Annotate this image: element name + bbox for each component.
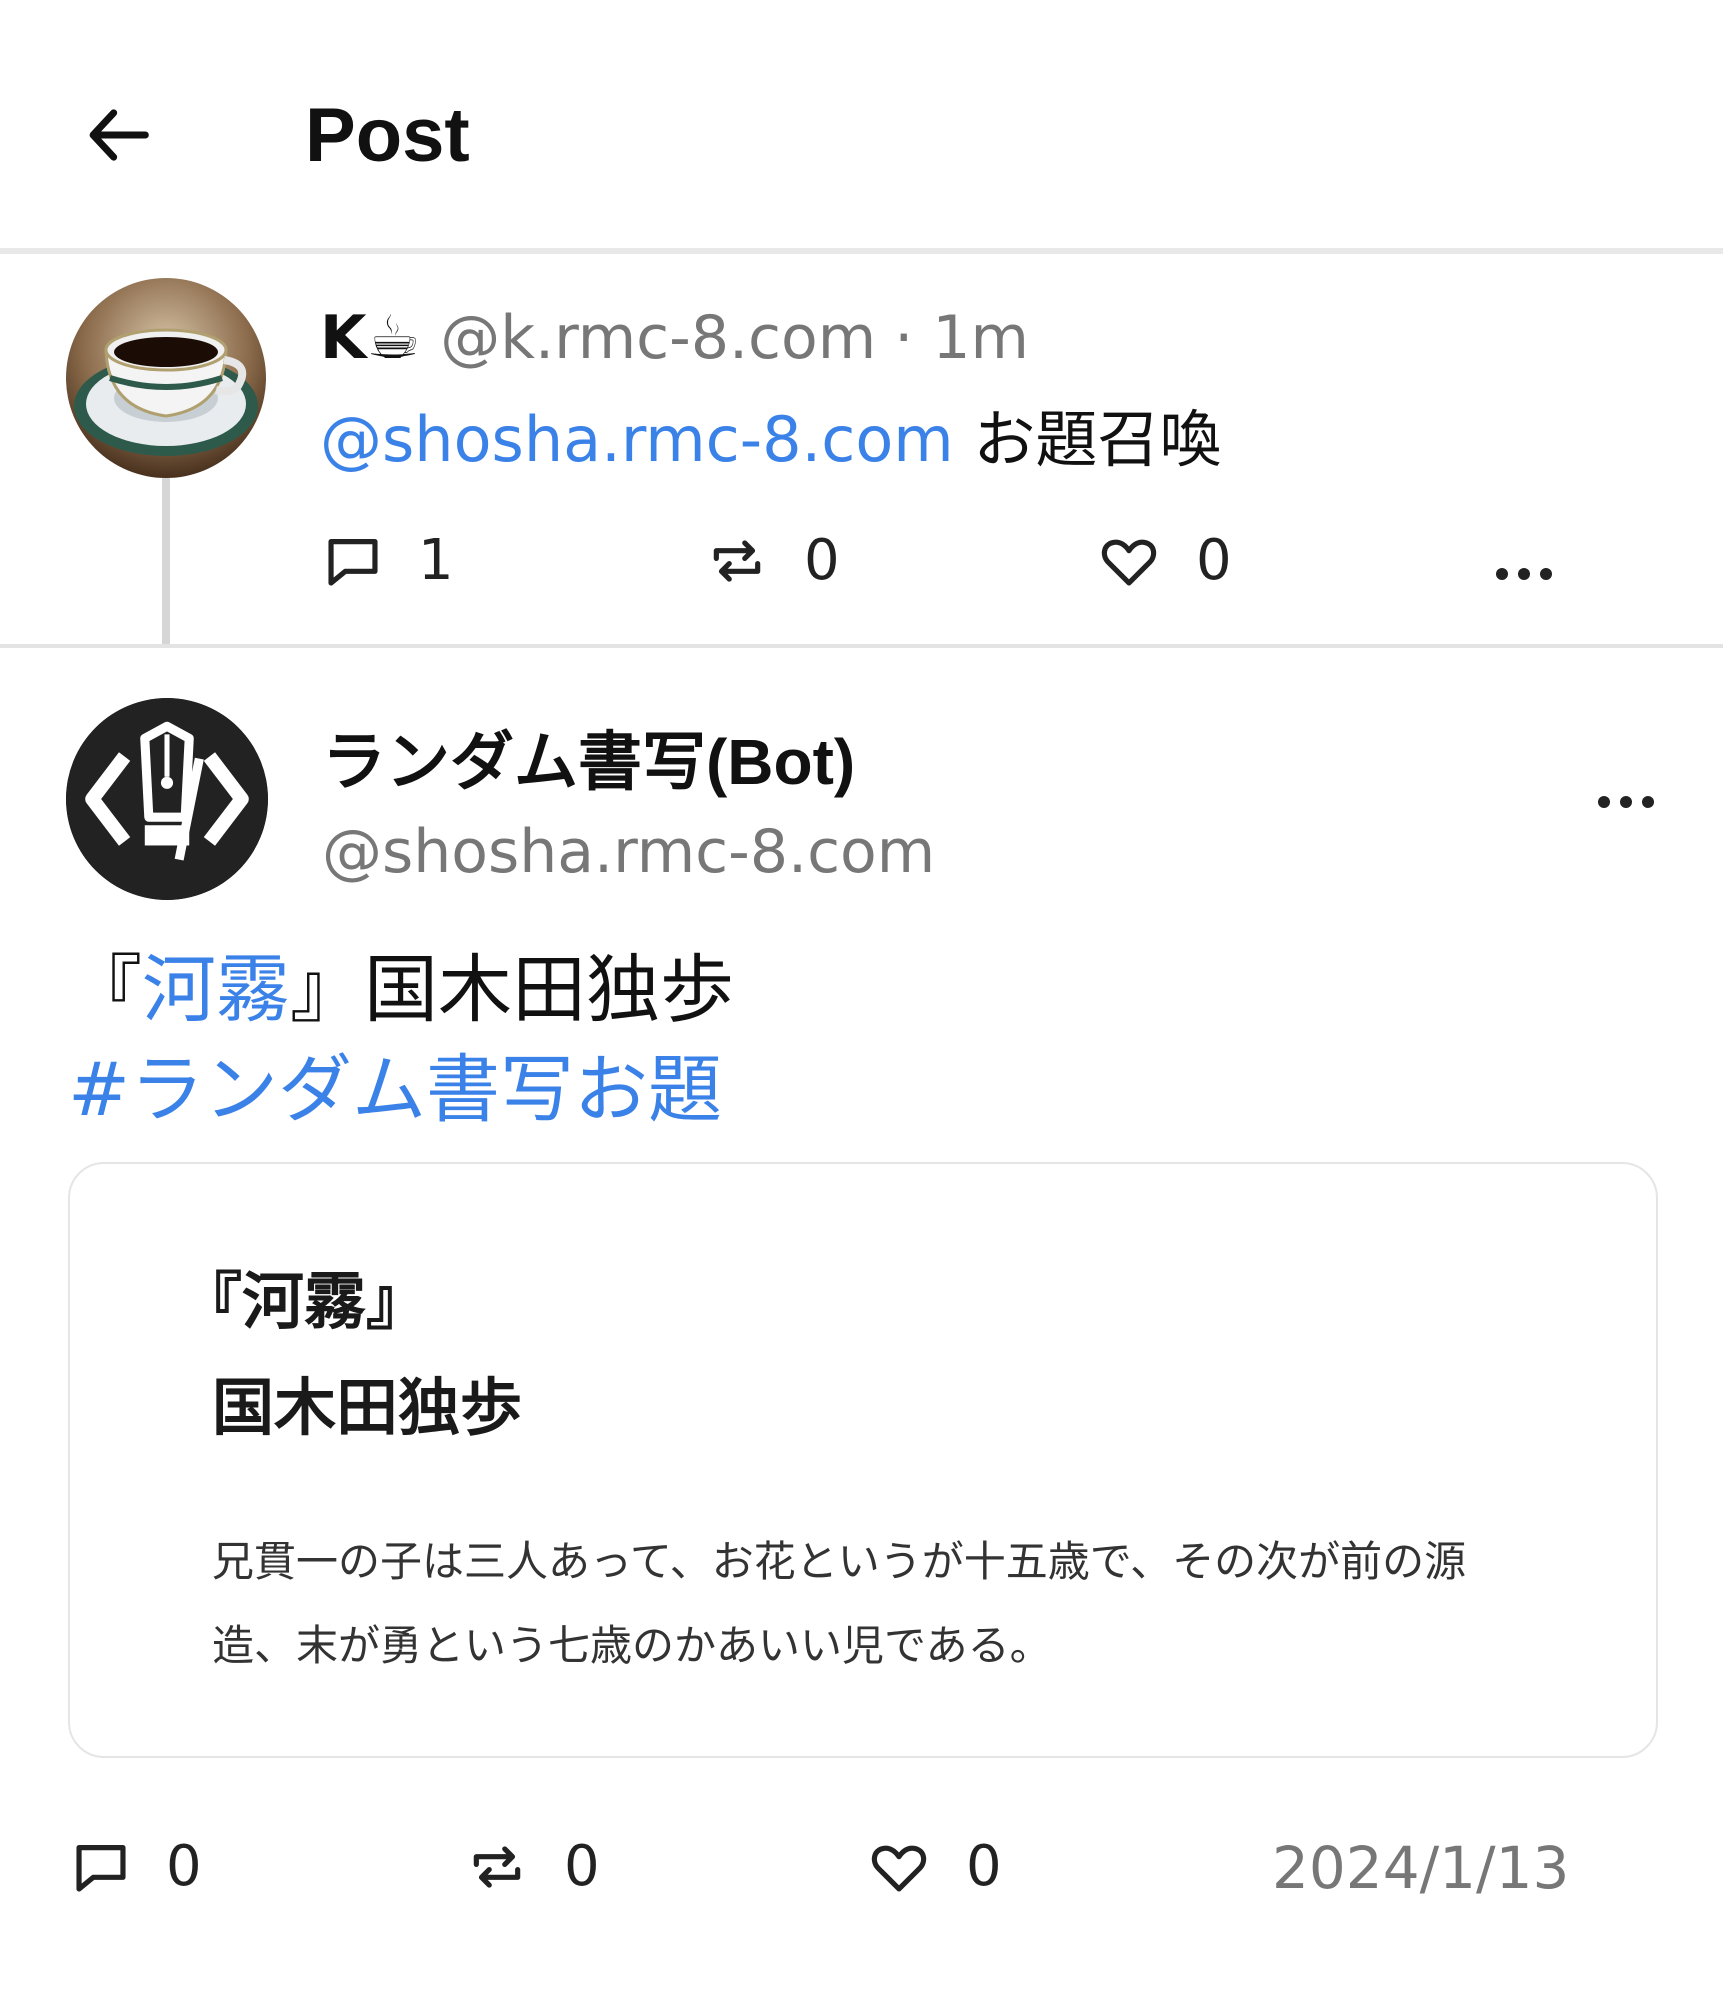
arrow-left-icon [89, 109, 149, 161]
reply-post-header: K☕ @k.rmc-8.com · 1m [320, 300, 1029, 376]
bracket-open: 『 [68, 947, 142, 1033]
reply-button[interactable]: 0 [70, 1836, 202, 1898]
back-button[interactable] [70, 85, 170, 185]
page-title: Post [305, 93, 470, 178]
repost-count: 0 [564, 1834, 600, 1899]
post-text: お題召喚 [953, 403, 1222, 476]
more-options-button[interactable] [1494, 558, 1554, 594]
title-link[interactable]: 河霧 [142, 947, 290, 1033]
like-count: 0 [1196, 528, 1232, 593]
user-handle[interactable]: @shosha.rmc-8.com [322, 812, 935, 892]
post-date: 2024/1/13 [1272, 1834, 1570, 1902]
repost-count: 0 [804, 528, 840, 593]
body-rest: 』国木田独歩 [290, 947, 734, 1033]
fountain-pen-code-logo [66, 698, 268, 900]
display-name[interactable]: ランダム書写(Bot) [322, 720, 855, 804]
repost-icon [473, 1846, 521, 1888]
more-dots-icon [1496, 568, 1552, 580]
hashtag-link[interactable]: #ランダム書写お題 [68, 1040, 722, 1140]
like-button[interactable]: 0 [866, 1836, 1002, 1898]
bot-avatar[interactable] [66, 698, 268, 900]
heart-icon [1101, 539, 1157, 586]
repost-icon [713, 540, 761, 582]
reply-post-text: @shosha.rmc-8.com お題召喚 [320, 400, 1221, 480]
mention-link[interactable]: @shosha.rmc-8.com [320, 403, 954, 476]
display-name[interactable]: K☕ [320, 300, 420, 376]
like-count: 0 [966, 1834, 1002, 1899]
post-divider [0, 644, 1723, 648]
like-button[interactable]: 0 [1096, 530, 1232, 592]
post-time: · 1m [894, 303, 1029, 373]
top-bar [0, 0, 1723, 250]
embed-title: 『河霧』 [180, 1265, 429, 1338]
post-body: 『河霧』国木田独歩 [68, 940, 734, 1040]
avatar[interactable] [66, 278, 266, 478]
reply-button[interactable]: 1 [322, 530, 454, 592]
comment-icon [328, 539, 378, 586]
comment-icon [76, 1845, 126, 1892]
embed-author: 国木田独歩 [212, 1371, 523, 1444]
repost-button[interactable]: 0 [704, 530, 840, 592]
more-dots-icon [1598, 796, 1654, 808]
coffee-cup-avatar [66, 278, 266, 478]
thread-line [162, 478, 170, 646]
reply-count: 0 [166, 1834, 202, 1899]
embed-text: 兄貫一の子は三人あって、お花というが十五歳で、その次が前の源造、末が勇という七歳… [212, 1537, 1467, 1670]
reply-count: 1 [418, 528, 454, 593]
heart-icon [871, 1845, 927, 1892]
more-options-button[interactable] [1596, 786, 1656, 822]
user-handle[interactable]: @k.rmc-8.com [440, 300, 876, 376]
repost-button[interactable]: 0 [464, 1836, 600, 1898]
header-divider [0, 248, 1723, 254]
